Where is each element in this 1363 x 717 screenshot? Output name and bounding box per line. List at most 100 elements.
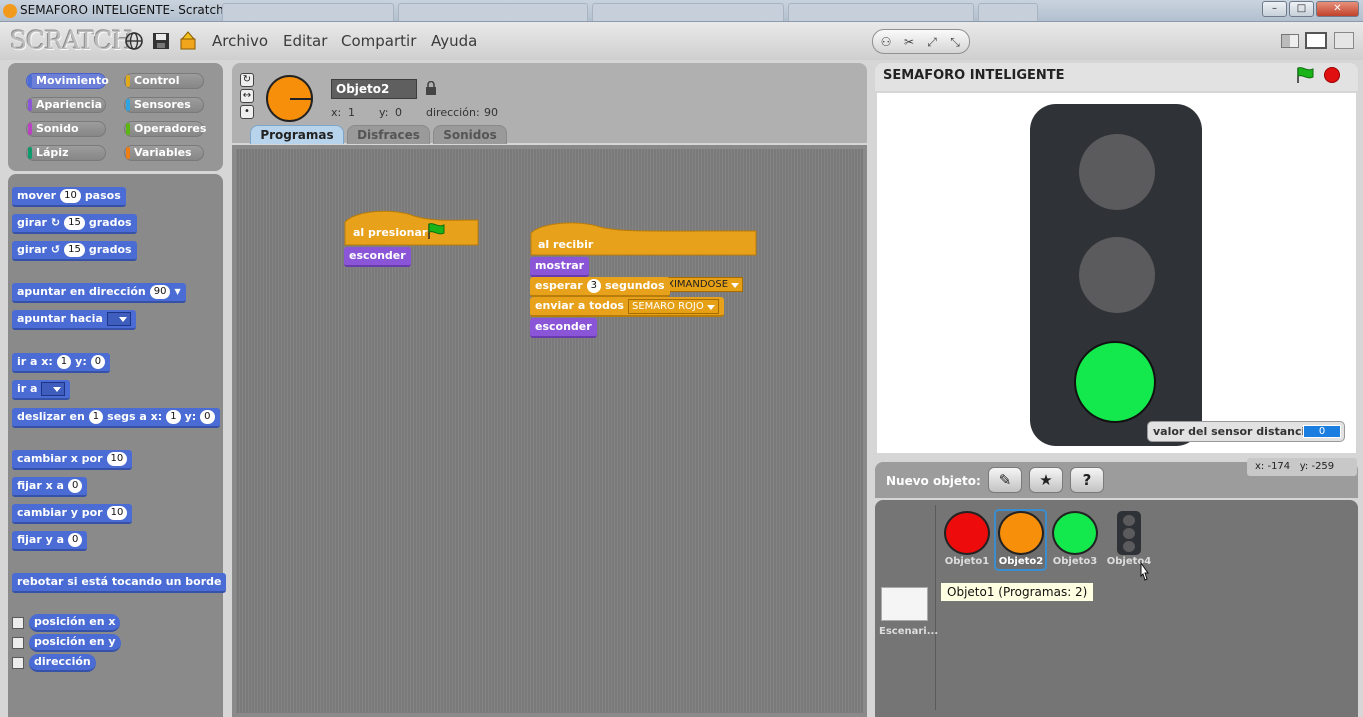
monitor-label: valor del sensor distancia (1153, 425, 1313, 438)
traffic-light-middle-lamp (1079, 237, 1155, 313)
hat-block-flag[interactable]: al presionar (344, 208, 480, 246)
block-fijar-y[interactable]: fijar y a0 (12, 531, 88, 551)
block-esconder[interactable]: esconder (344, 247, 411, 267)
random-sprite-button[interactable]: ? (1070, 467, 1104, 493)
variable-monitor[interactable]: valor del sensor distancia 0 (1147, 421, 1345, 442)
reporter-posicion-x[interactable]: posición en x (29, 614, 121, 632)
rotate-style-icon[interactable]: ↻ (240, 73, 254, 87)
block-ir-a[interactable]: ir a (12, 380, 71, 400)
block-girar-derecha[interactable]: girar ↻ 15 grados (12, 214, 137, 234)
category-variables[interactable]: Variables (124, 145, 204, 161)
presentation-mode-icon[interactable] (1334, 32, 1354, 49)
sprite-x-label: x: (331, 106, 342, 119)
background-tab[interactable] (592, 3, 784, 21)
target-dropdown[interactable] (41, 382, 66, 396)
block-girar-izquierda[interactable]: girar ↺ 15 grados (12, 241, 137, 261)
background-tab[interactable] (222, 3, 394, 21)
category-label: Sensores (134, 98, 191, 111)
show-direction-checkbox[interactable] (12, 657, 24, 669)
shrink-icon[interactable]: ⤡ (947, 34, 963, 50)
green-flag-icon (428, 223, 445, 239)
category-label: Variables (134, 146, 192, 159)
menu-editar[interactable]: Editar (283, 32, 327, 50)
block-mover[interactable]: mover 10 pasos (12, 187, 126, 207)
save-icon[interactable] (151, 31, 171, 51)
background-tab[interactable] (398, 3, 588, 21)
project-title: SEMAFORO INTELIGENTE (883, 68, 1065, 83)
block-cambiar-y[interactable]: cambiar y por 10 (12, 504, 133, 524)
sprite-label-objeto1: Objeto1 (944, 556, 990, 567)
duplicate-icon[interactable]: ⚇ (878, 34, 894, 50)
sprite-tools: ⚇ ✂ ⤢ ⤡ (872, 29, 970, 54)
reporter-direccion[interactable]: dirección (29, 654, 96, 672)
monitor-value: 0 (1303, 425, 1341, 438)
tab-programas[interactable]: Programas (250, 125, 344, 144)
message-dropdown[interactable]: SEMARO ROJO (627, 298, 719, 314)
stage-label: Escenari... (879, 626, 939, 637)
menu-compartir[interactable]: Compartir (341, 32, 416, 50)
menu-ayuda[interactable]: Ayuda (431, 32, 477, 50)
show-x-position-checkbox[interactable] (12, 617, 24, 629)
sprite-thumb-objeto2[interactable] (998, 511, 1044, 555)
block-fijar-x[interactable]: fijar x a0 (12, 477, 88, 497)
category-sonido[interactable]: Sonido (26, 121, 106, 137)
divider (935, 505, 936, 710)
category-label: Control (134, 74, 180, 87)
stop-icon[interactable] (1324, 67, 1340, 83)
block-apuntar-direccion[interactable]: apuntar en dirección 90 ▼ (12, 283, 186, 303)
show-y-position-checkbox[interactable] (12, 637, 24, 649)
green-flag-icon[interactable] (1295, 66, 1315, 84)
sprite-thumb-objeto3[interactable] (1052, 511, 1098, 555)
scratch-cat-icon (3, 4, 17, 18)
background-tab[interactable] (788, 3, 974, 21)
tab-sonidos[interactable]: Sonidos (433, 125, 507, 144)
sprite-thumb-objeto1[interactable] (944, 511, 990, 555)
reporter-posicion-y[interactable]: posición en y (29, 634, 121, 652)
sprite-label-objeto3: Objeto3 (1052, 556, 1098, 567)
small-stage-icon[interactable] (1281, 34, 1299, 48)
menu-archivo[interactable]: Archivo (212, 32, 268, 50)
block-rebotar[interactable]: rebotar si está tocando un borde (12, 573, 227, 593)
normal-stage-icon[interactable] (1305, 32, 1327, 49)
category-label: Apariencia (36, 98, 103, 111)
category-movimiento[interactable]: Movimiento (26, 73, 109, 89)
choose-sprite-file-button[interactable]: ★ (1029, 467, 1063, 493)
block-enviar-a-todos[interactable]: enviar a todos SEMARO ROJO (530, 297, 724, 317)
block-ir-a-xy[interactable]: ir a x: 1 y: 0 (12, 353, 111, 373)
no-rotate-icon[interactable]: • (240, 105, 254, 119)
grow-icon[interactable]: ⤢ (924, 34, 940, 50)
minimize-button[interactable]: – (1262, 1, 1287, 17)
block-cambiar-x[interactable]: cambiar x por 10 (12, 450, 133, 470)
maximize-button[interactable]: □ (1289, 1, 1314, 17)
sprite-y-value: 0 (395, 106, 402, 119)
block-mostrar[interactable]: mostrar (530, 257, 590, 277)
category-lapiz[interactable]: Lápiz (26, 145, 106, 161)
flip-style-icon[interactable]: ↔ (240, 89, 254, 103)
globe-icon[interactable] (124, 31, 144, 51)
category-label: Operadores (134, 122, 207, 135)
block-apuntar-hacia[interactable]: apuntar hacia (12, 310, 136, 330)
block-deslizar[interactable]: deslizar en 1 segs a x: 1 y: 0 (12, 408, 220, 428)
category-label: Lápiz (36, 146, 69, 159)
mouse-x: x: -174 (1255, 461, 1291, 472)
traffic-light-green-lamp (1074, 341, 1156, 423)
category-sensores[interactable]: Sensores (124, 97, 204, 113)
share-icon[interactable] (178, 31, 198, 51)
chevron-down-icon[interactable]: ▼ (174, 282, 180, 302)
paint-new-sprite-button[interactable]: ✎ (988, 467, 1022, 493)
lock-icon[interactable] (426, 80, 436, 95)
category-control[interactable]: Control (124, 73, 204, 89)
sprite-name-field[interactable]: Objeto2 (331, 79, 417, 99)
target-dropdown[interactable] (106, 312, 131, 326)
background-tab[interactable] (978, 3, 1038, 21)
category-apariencia[interactable]: Apariencia (26, 97, 106, 113)
tab-disfraces[interactable]: Disfraces (347, 125, 430, 144)
close-window-button[interactable]: ✕ (1316, 1, 1359, 17)
block-esconder[interactable]: esconder (530, 318, 597, 338)
sprite-thumb-objeto4[interactable] (1117, 511, 1141, 555)
block-esperar[interactable]: esperar 3 segundos (530, 277, 670, 297)
category-operadores[interactable]: Operadores (124, 121, 207, 137)
stage-thumbnail[interactable] (881, 587, 928, 621)
delete-tool-icon[interactable]: ✂ (901, 34, 917, 50)
hat-block-al-recibir[interactable]: al recibir PEATON APROXIMANDOSE (530, 220, 758, 292)
